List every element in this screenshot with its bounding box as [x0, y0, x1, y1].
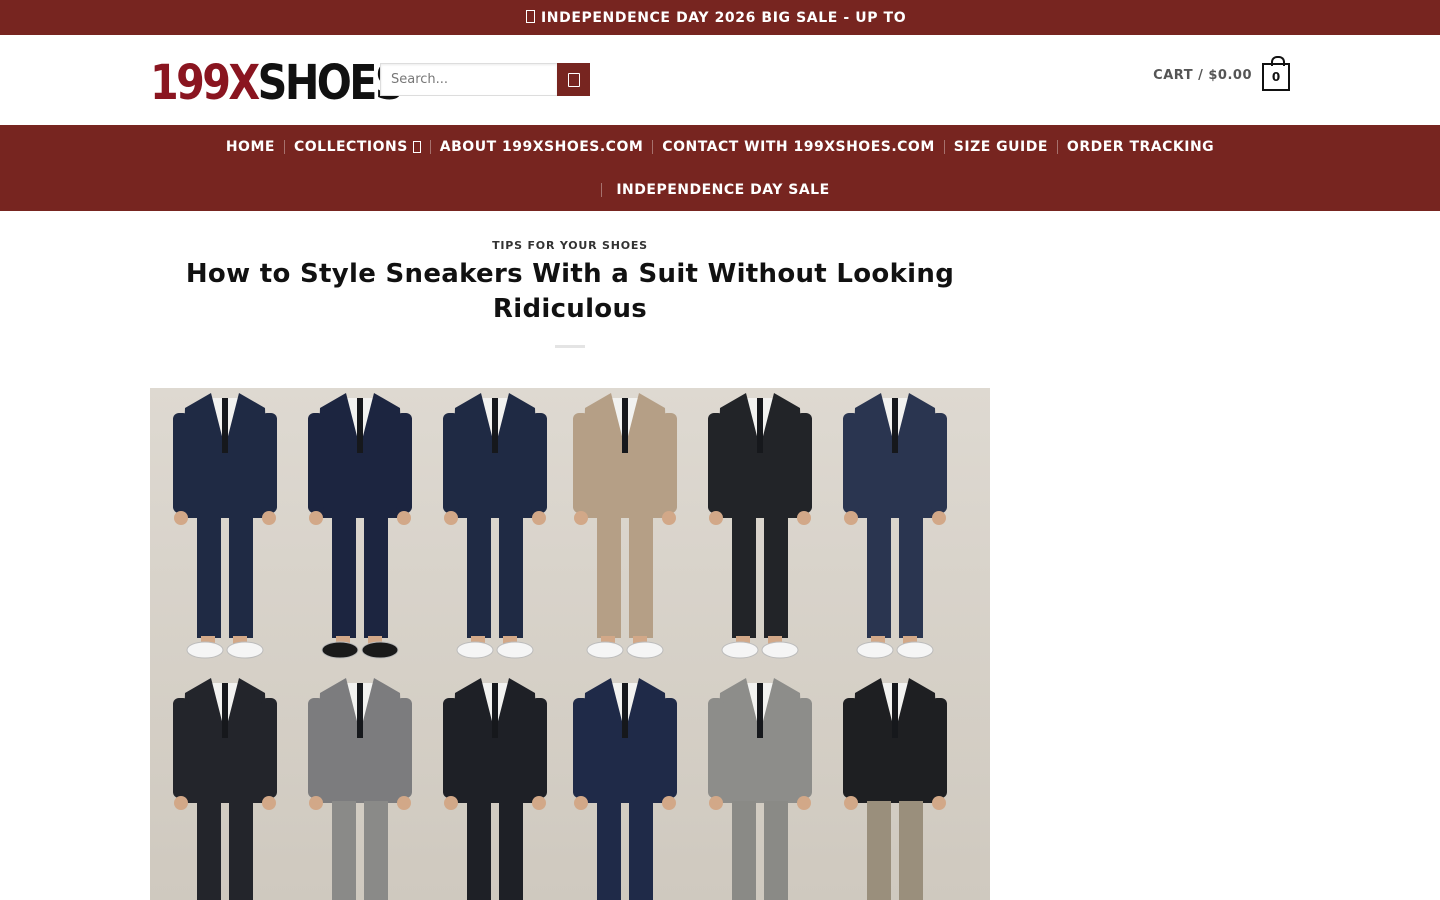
nav-home-label: HOME — [225, 138, 275, 155]
nav-contact[interactable]: CONTACT WITH 199XSHOES.COM — [653, 139, 943, 155]
nav-size-guide-label: SIZE GUIDE — [953, 138, 1048, 155]
site-header: 199XSHOES CART / $0.00 0 — [0, 35, 1440, 125]
featured-image — [150, 388, 990, 900]
chevron-down-icon — [412, 140, 421, 153]
nav-order-tracking-label: ORDER TRACKING — [1066, 138, 1215, 155]
nav-about-label: ABOUT 199XSHOES.COM — [439, 138, 644, 155]
nav-row-1: HOME COLLECTIONS ABOUT 199XSHOES.COM CON… — [0, 125, 1440, 168]
search-button[interactable] — [557, 63, 590, 96]
main-nav: HOME COLLECTIONS ABOUT 199XSHOES.COM CON… — [0, 125, 1440, 211]
nav-order-tracking[interactable]: ORDER TRACKING — [1058, 139, 1223, 155]
search-form — [380, 63, 590, 96]
nav-size-guide[interactable]: SIZE GUIDE — [945, 139, 1057, 155]
nav-contact-label: CONTACT WITH 199XSHOES.COM — [662, 138, 935, 155]
nav-row-2: INDEPENDENCE DAY SALE — [0, 168, 1440, 211]
cart-link[interactable]: CART / $0.00 0 — [1153, 56, 1290, 91]
promo-text: INDEPENDENCE DAY 2026 BIG SALE - UP TO — [541, 9, 907, 26]
cart-label: CART / $0.00 — [1153, 67, 1252, 83]
suits-with-sneakers-illustration — [150, 388, 990, 900]
post-category[interactable]: TIPS FOR YOUR SHOES — [150, 239, 990, 252]
search-icon — [567, 72, 580, 87]
site-logo[interactable]: 199X SHOES — [150, 53, 405, 111]
flag-icon — [526, 9, 535, 23]
cart-count: 0 — [1271, 70, 1281, 84]
logo-part-199x: 199X — [150, 55, 260, 111]
promo-ticker: INDEPENDENCE DAY 2026 BIG SALE - UP TO — [520, 9, 920, 26]
cart-bag-icon: 0 — [1262, 56, 1290, 91]
nav-about[interactable]: ABOUT 199XSHOES.COM — [431, 139, 653, 155]
search-input[interactable] — [380, 63, 557, 96]
nav-home[interactable]: HOME — [217, 139, 284, 155]
nav-independence-sale[interactable]: INDEPENDENCE DAY SALE — [602, 182, 838, 198]
nav-collections-label: COLLECTIONS — [293, 138, 408, 155]
title-divider — [555, 345, 585, 348]
nav-collections[interactable]: COLLECTIONS — [285, 139, 430, 155]
promo-banner: INDEPENDENCE DAY 2026 BIG SALE - UP TO — [0, 0, 1440, 35]
nav-independence-sale-label: INDEPENDENCE DAY SALE — [616, 181, 830, 198]
post-title: How to Style Sneakers With a Suit Withou… — [185, 259, 955, 324]
